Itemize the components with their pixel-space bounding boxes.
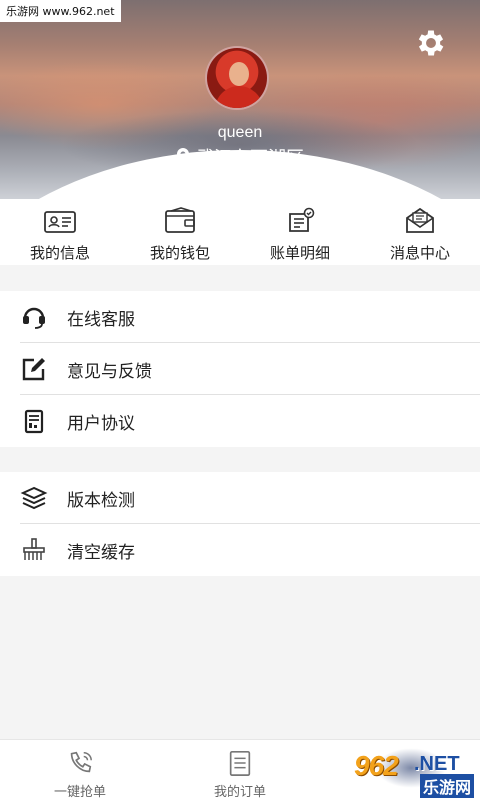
location: 武汉东西湖区 bbox=[0, 144, 480, 170]
menu-group-system: 版本检测 清空缓存 bbox=[0, 472, 480, 576]
tab-grab-order[interactable]: 一键抢单 bbox=[0, 740, 160, 800]
menu-item-user-agreement[interactable]: 用户协议 bbox=[0, 395, 480, 447]
menu-item-online-service[interactable]: 在线客服 bbox=[0, 291, 480, 343]
broom-icon bbox=[23, 538, 45, 560]
location-text: 武汉东西湖区 bbox=[196, 148, 304, 169]
quick-my-wallet[interactable]: 我的钱包 bbox=[120, 199, 240, 265]
edit-icon bbox=[22, 358, 45, 381]
quick-label: 我的信息 bbox=[29, 244, 90, 262]
quick-message-center[interactable]: 消息中心 bbox=[360, 199, 480, 265]
menu-item-label: 在线客服 bbox=[67, 310, 135, 330]
quick-my-info[interactable]: 我的信息 bbox=[0, 199, 120, 265]
location-pin-icon bbox=[177, 148, 189, 166]
menu-item-feedback[interactable]: 意见与反馈 bbox=[0, 343, 480, 395]
menu-item-label: 用户协议 bbox=[67, 414, 135, 434]
phone-icon bbox=[70, 751, 92, 773]
logo-suffix: .NET bbox=[414, 753, 460, 775]
menu-group-service: 在线客服 意见与反馈 用户协议 bbox=[0, 291, 480, 447]
document-icon bbox=[24, 409, 44, 434]
tab-my-orders[interactable]: 我的订单 bbox=[160, 740, 320, 800]
logo-cn: 乐游网 bbox=[420, 774, 475, 798]
layers-icon bbox=[20, 486, 48, 510]
wallet-icon bbox=[165, 207, 195, 233]
quick-label: 我的钱包 bbox=[149, 244, 210, 262]
tab-label: 一键抢单 bbox=[53, 785, 106, 800]
menu-item-label: 版本检测 bbox=[67, 491, 135, 511]
logo-number: 962 bbox=[354, 750, 399, 781]
site-logo-overlay: 962 .NET 乐游网 bbox=[344, 744, 480, 800]
id-card-icon bbox=[44, 211, 76, 233]
mail-icon bbox=[406, 207, 434, 233]
tab-label: 我的订单 bbox=[213, 785, 266, 800]
quick-label: 账单明细 bbox=[269, 244, 330, 262]
watermark-label: 乐游网 www.962.net bbox=[0, 0, 121, 22]
menu-item-label: 清空缓存 bbox=[67, 543, 135, 563]
gear-icon[interactable] bbox=[414, 26, 448, 60]
avatar[interactable] bbox=[205, 46, 269, 110]
quick-actions: 我的信息 我的钱包 账单明细 消息中心 bbox=[0, 199, 480, 265]
order-list-icon bbox=[229, 750, 251, 776]
menu-item-label: 意见与反馈 bbox=[67, 362, 152, 382]
bill-icon bbox=[289, 207, 315, 232]
quick-bill-details[interactable]: 账单明细 bbox=[240, 199, 360, 265]
quick-label: 消息中心 bbox=[389, 244, 450, 262]
username: queen bbox=[217, 124, 263, 141]
headset-icon bbox=[23, 307, 45, 329]
menu-item-version-check[interactable]: 版本检测 bbox=[0, 472, 480, 524]
menu-item-clear-cache[interactable]: 清空缓存 bbox=[0, 524, 480, 576]
